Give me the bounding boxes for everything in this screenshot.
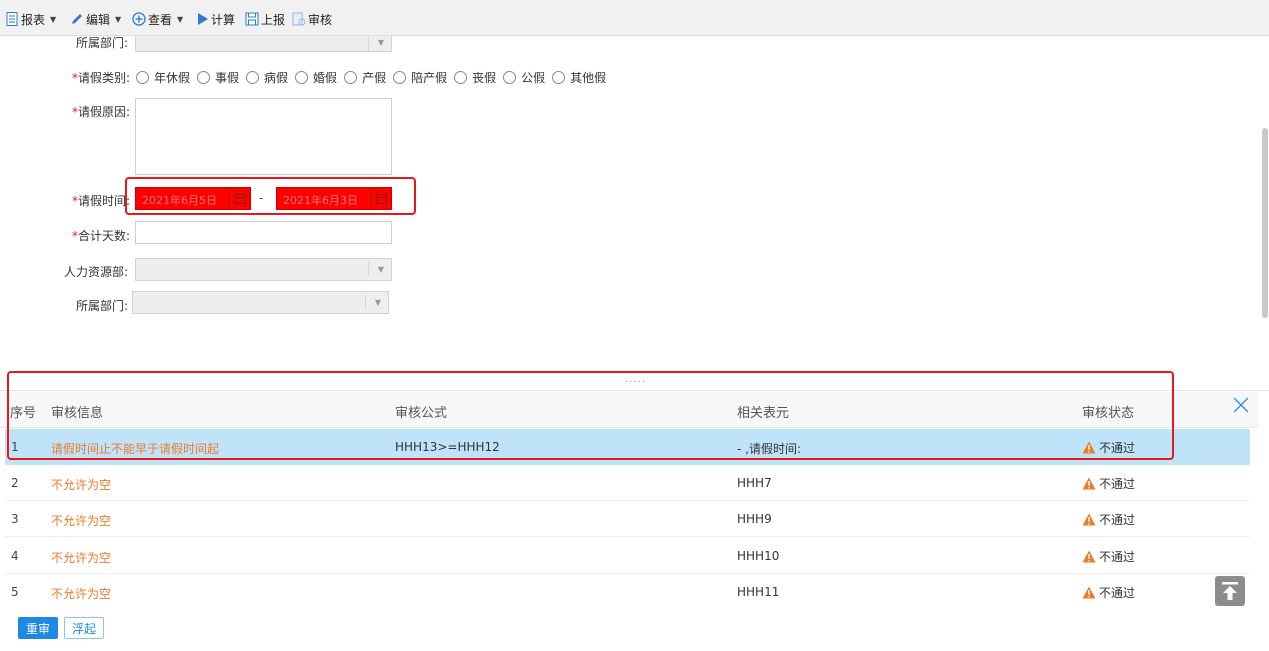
recheck-button[interactable]: 重审: [18, 617, 58, 639]
dept-label-top: 所属部门:: [76, 36, 129, 50]
leave-type-label: *请假类别:: [72, 71, 131, 85]
row-no: 3: [11, 512, 19, 526]
edit-menu-label: 编辑: [86, 12, 111, 27]
view-menu-label: 查看: [148, 12, 173, 27]
warning-icon: [1082, 550, 1096, 563]
chevron-down-icon: ▼: [115, 14, 122, 24]
row-status: 不通过: [1082, 511, 1135, 528]
row-no: 4: [11, 549, 19, 563]
radio-bereavement-leave[interactable]: 丧假: [454, 69, 496, 86]
time-label: *请假时间:: [72, 194, 131, 208]
submit-button[interactable]: 上报: [245, 10, 285, 28]
document-icon: [6, 12, 18, 26]
row-cells: HHH10: [737, 549, 780, 563]
chevron-down-icon: ▼: [177, 14, 184, 24]
warning-icon: [1082, 586, 1096, 599]
reason-textarea[interactable]: [135, 98, 392, 175]
radio-maternity-leave[interactable]: 产假: [344, 69, 386, 86]
chevron-down-icon: ▼: [50, 14, 57, 24]
dept-label-bottom: 所属部门:: [76, 299, 129, 313]
dept-select-top[interactable]: ▼: [135, 36, 392, 52]
error-highlight-box-date: [125, 177, 416, 215]
report-menu-label: 报表: [21, 12, 46, 27]
hr-label: 人力资源部:: [64, 265, 129, 279]
warning-icon: [1082, 513, 1096, 526]
close-icon[interactable]: [1232, 396, 1250, 414]
table-row[interactable]: 4 不允许为空 HHH10 不通过: [5, 538, 1250, 574]
arrow-up-icon: [1222, 582, 1238, 600]
days-label: *合计天数:: [72, 229, 131, 243]
row-no: 5: [11, 585, 19, 599]
play-icon: [198, 13, 208, 25]
report-menu[interactable]: 报表 ▼: [6, 10, 56, 28]
pencil-icon: [72, 14, 82, 24]
float-button[interactable]: 浮起: [64, 617, 104, 639]
chevron-down-icon: ▼: [377, 38, 384, 47]
radio-official-leave[interactable]: 公假: [503, 69, 545, 86]
row-info: 不允许为空: [51, 514, 112, 528]
reason-label: *请假原因:: [72, 105, 131, 119]
review-button[interactable]: 审核: [292, 10, 332, 28]
radio-paternity-leave[interactable]: 陪产假: [393, 69, 447, 86]
row-info: 不允许为空: [51, 551, 112, 565]
radio-other-leave[interactable]: 其他假: [552, 69, 606, 86]
edit-menu[interactable]: 编辑 ▼: [70, 10, 121, 28]
row-no: 2: [11, 476, 19, 490]
chevron-down-icon: ▼: [374, 298, 381, 307]
view-menu[interactable]: 查看 ▼: [132, 10, 183, 28]
view-circle-icon: [132, 12, 146, 26]
hr-select[interactable]: ▼: [135, 258, 392, 281]
radio-marriage-leave[interactable]: 婚假: [295, 69, 337, 86]
row-cells: HHH9: [737, 512, 772, 526]
radio-annual-leave[interactable]: 年休假: [136, 69, 190, 86]
radio-personal-leave[interactable]: 事假: [197, 69, 239, 86]
review-doc-icon: [292, 12, 306, 26]
submit-label: 上报: [261, 12, 286, 27]
dept-select-bottom[interactable]: ▼: [132, 291, 389, 314]
leave-type-radio-group: 年休假 事假 病假 婚假 产假 陪产假 丧假 公假 其他假: [136, 67, 613, 87]
row-status: 不通过: [1082, 475, 1135, 492]
row-cells: HHH11: [737, 585, 780, 599]
error-highlight-box-audit: [7, 371, 1174, 460]
chevron-down-icon: ▼: [377, 265, 384, 274]
back-to-top-button[interactable]: [1215, 576, 1245, 606]
row-info: 不允许为空: [51, 478, 112, 492]
save-icon: [245, 12, 259, 26]
row-info: 不允许为空: [51, 587, 112, 601]
review-label: 审核: [308, 12, 333, 27]
radio-sick-leave[interactable]: 病假: [246, 69, 288, 86]
row-status: 不通过: [1082, 584, 1135, 601]
table-row[interactable]: 5 不允许为空 HHH11 不通过: [5, 574, 1250, 610]
total-days-input[interactable]: [135, 221, 392, 244]
toolbar: 报表 ▼ 编辑 ▼ 查看 ▼ 计算 上报 审核: [0, 0, 1269, 36]
row-cells: HHH7: [737, 476, 772, 490]
row-status: 不通过: [1082, 548, 1135, 565]
table-row[interactable]: 3 不允许为空 HHH9 不通过: [5, 501, 1250, 537]
table-row[interactable]: 2 不允许为空 HHH7 不通过: [5, 465, 1250, 501]
calculate-label: 计算: [211, 12, 236, 27]
warning-icon: [1082, 477, 1096, 490]
calculate-button[interactable]: 计算: [197, 10, 235, 28]
vertical-scrollbar[interactable]: [1262, 128, 1268, 318]
